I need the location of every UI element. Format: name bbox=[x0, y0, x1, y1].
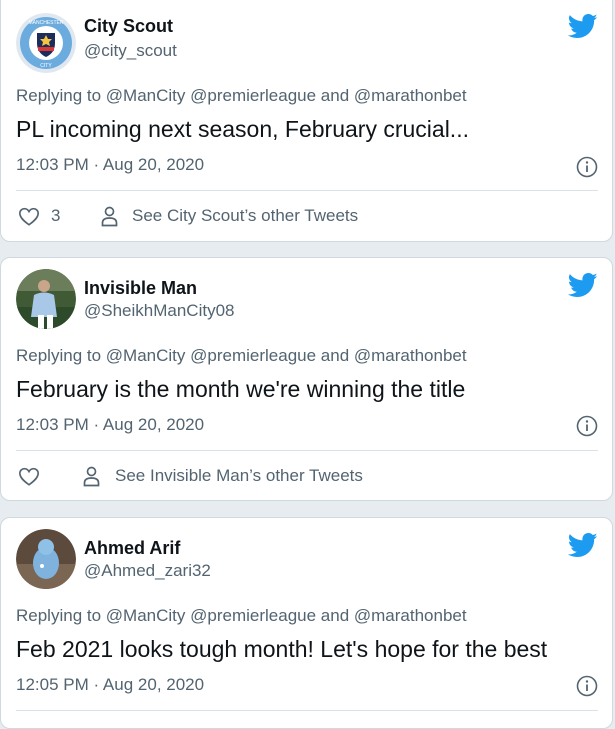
tweet-text: PL incoming next season, February crucia… bbox=[16, 116, 469, 142]
reply-context: Replying to @ManCity @premierleague and … bbox=[16, 86, 467, 106]
tweet-card[interactable]: Ahmed Arif @Ahmed_zari32 Replying to @Ma… bbox=[0, 517, 613, 729]
reply-prefix: Replying to bbox=[16, 346, 102, 365]
person-icon[interactable] bbox=[101, 206, 118, 227]
heart-icon[interactable] bbox=[18, 466, 40, 487]
see-other-tweets-link[interactable]: See Invisible Man’s other Tweets bbox=[115, 466, 363, 486]
person-icon[interactable] bbox=[83, 466, 100, 487]
tweet-text: February is the month we're winning the … bbox=[16, 376, 466, 402]
tweet-timestamp[interactable]: 12:03 PM · Aug 20, 2020 bbox=[16, 155, 204, 175]
info-icon[interactable] bbox=[576, 156, 598, 178]
twitter-bird-icon[interactable] bbox=[568, 273, 598, 298]
info-icon[interactable] bbox=[576, 675, 598, 697]
see-other-tweets-link[interactable]: See City Scout’s other Tweets bbox=[132, 206, 358, 226]
divider bbox=[16, 190, 598, 191]
reply-context: Replying to @ManCity @premierleague and … bbox=[16, 606, 467, 626]
info-icon[interactable] bbox=[576, 415, 598, 437]
svg-text:MANCHESTER: MANCHESTER bbox=[28, 20, 63, 26]
reply-context: Replying to @ManCity @premierleague and … bbox=[16, 346, 467, 366]
like-count[interactable]: 3 bbox=[51, 206, 60, 226]
svg-text:CITY: CITY bbox=[40, 63, 52, 69]
tweet-card[interactable]: MANCHESTER CITY City Scout @city_scout R… bbox=[0, 0, 613, 242]
tweet-timestamp[interactable]: 12:05 PM · Aug 20, 2020 bbox=[16, 675, 204, 695]
divider bbox=[16, 450, 598, 451]
twitter-bird-icon[interactable] bbox=[568, 14, 598, 39]
tweet-card[interactable]: Invisible Man @SheikhManCity08 Replying … bbox=[0, 257, 613, 501]
divider bbox=[16, 710, 598, 711]
toy-figure-photo-icon bbox=[16, 529, 76, 589]
footballer-photo-icon bbox=[16, 269, 76, 329]
tweet-timestamp[interactable]: 12:03 PM · Aug 20, 2020 bbox=[16, 415, 204, 435]
author-name[interactable]: Ahmed Arif bbox=[84, 538, 180, 559]
tweet-text: Feb 2021 looks tough month! Let's hope f… bbox=[16, 636, 548, 662]
author-handle[interactable]: @city_scout bbox=[84, 41, 177, 61]
reply-mentions[interactable]: @ManCity @premierleague and @marathonbet bbox=[106, 606, 467, 625]
reply-prefix: Replying to bbox=[16, 606, 102, 625]
author-handle[interactable]: @SheikhManCity08 bbox=[84, 301, 235, 321]
reply-mentions[interactable]: @ManCity @premierleague and @marathonbet bbox=[106, 86, 467, 105]
reply-mentions[interactable]: @ManCity @premierleague and @marathonbet bbox=[106, 346, 467, 365]
heart-icon[interactable] bbox=[18, 206, 40, 227]
avatar[interactable]: MANCHESTER CITY bbox=[16, 13, 76, 73]
twitter-bird-icon[interactable] bbox=[568, 533, 598, 558]
author-handle[interactable]: @Ahmed_zari32 bbox=[84, 561, 211, 581]
avatar[interactable] bbox=[16, 269, 76, 329]
author-name[interactable]: Invisible Man bbox=[84, 278, 197, 299]
manchester-city-crest-icon: MANCHESTER CITY bbox=[16, 13, 76, 73]
avatar[interactable] bbox=[16, 529, 76, 589]
author-name[interactable]: City Scout bbox=[84, 16, 173, 37]
reply-prefix: Replying to bbox=[16, 86, 102, 105]
